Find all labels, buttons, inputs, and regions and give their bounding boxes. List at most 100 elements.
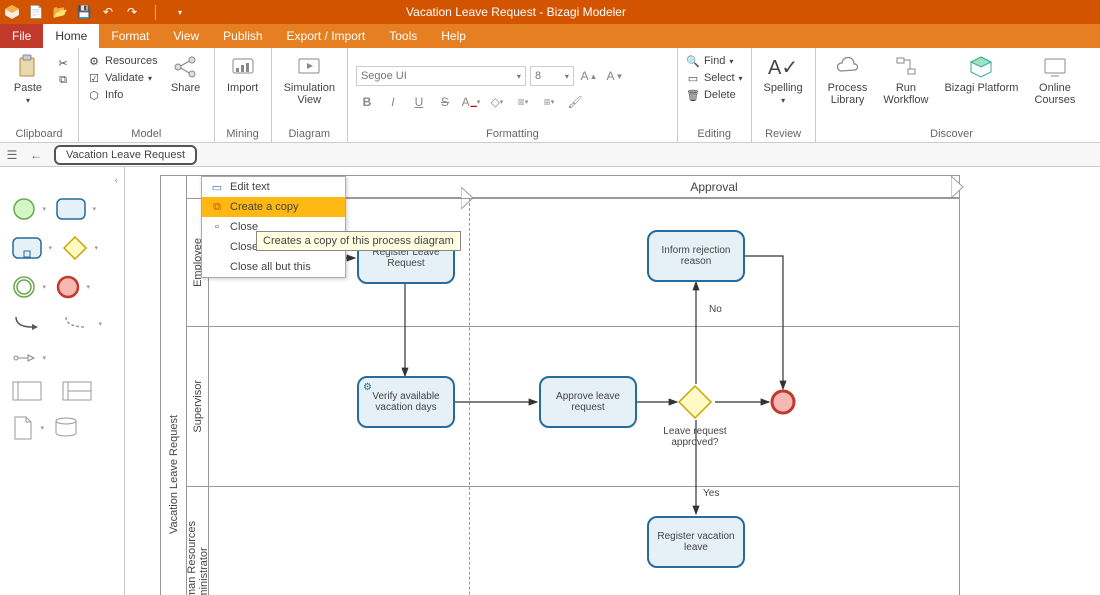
find-button[interactable]: 🔍Find ▾ xyxy=(686,54,743,68)
run-workflow-button[interactable]: Run Workflow xyxy=(879,52,932,108)
delete-icon: 🗑 xyxy=(686,88,700,102)
import-button[interactable]: Import xyxy=(223,52,263,96)
editing-group-label: Editing xyxy=(686,126,743,140)
clipboard-group-label: Clipboard xyxy=(8,126,70,140)
sequence-flow-tool[interactable] xyxy=(12,313,42,335)
info-button[interactable]: ⬡Info xyxy=(87,88,158,102)
gear-icon: ⚙ xyxy=(363,382,372,394)
menubar: File Home Format View Publish Export / I… xyxy=(0,24,1100,48)
diagram-tab[interactable]: Vacation Leave Request xyxy=(54,145,197,165)
pool-tool[interactable] xyxy=(12,381,42,401)
gateway-tool[interactable]: ▾ xyxy=(62,235,88,261)
simview-label: Simulation View xyxy=(284,82,335,106)
fontcolor-button[interactable]: A▁▾ xyxy=(460,91,482,113)
platform-label: Bizagi Platform xyxy=(944,82,1018,94)
group-mining: Import Mining xyxy=(215,48,272,142)
collapse-palette-icon[interactable]: ‹ xyxy=(6,175,118,189)
ribbon: Paste▾ ✂ ⧉ Clipboard ⚙Resources ☑Validat… xyxy=(0,48,1100,143)
ctx-create-copy[interactable]: ⧉Create a copy xyxy=(202,197,345,217)
resources-button[interactable]: ⚙Resources xyxy=(87,54,158,68)
ctx-edit-text[interactable]: ▭Edit text xyxy=(202,177,345,197)
tab-format[interactable]: Format xyxy=(99,24,161,48)
align-top-button[interactable]: ≡▾ xyxy=(538,91,560,113)
tab-tools[interactable]: Tools xyxy=(377,24,429,48)
tab-view[interactable]: View xyxy=(161,24,211,48)
italic-button[interactable]: I xyxy=(382,91,404,113)
tab-context-menu: ▭Edit text ⧉Create a copy ▫Close Close a… xyxy=(201,176,346,278)
association-tool[interactable]: ▾ xyxy=(62,313,92,335)
end-event-tool[interactable]: ▾ xyxy=(56,275,80,299)
online-courses-button[interactable]: Online Courses xyxy=(1030,52,1079,108)
app-icon xyxy=(4,4,20,20)
start-event-tool[interactable]: ▾ xyxy=(12,197,36,221)
end-event[interactable] xyxy=(769,388,797,416)
tab-home[interactable]: Home xyxy=(43,24,99,48)
connector-tool[interactable]: ▾ xyxy=(12,349,36,367)
quick-access-toolbar: 📄 📂 💾 ↶ ↷ │ ▾ xyxy=(0,4,192,20)
process-library-button[interactable]: Process Library xyxy=(824,52,872,108)
tab-publish[interactable]: Publish xyxy=(211,24,274,48)
select-button[interactable]: ▭Select ▾ xyxy=(686,71,743,85)
new-icon[interactable]: 📄 xyxy=(28,4,44,20)
qat-divider: │ xyxy=(148,4,164,20)
courses-label: Online Courses xyxy=(1034,82,1075,106)
cut-icon: ✂ xyxy=(56,56,70,70)
tab-file[interactable]: File xyxy=(0,24,43,48)
bold-button[interactable]: B xyxy=(356,91,378,113)
tab-help[interactable]: Help xyxy=(429,24,478,48)
delete-button[interactable]: 🗑Delete xyxy=(686,88,743,102)
group-discover: Process Library Run Workflow Bizagi Plat… xyxy=(816,48,1088,142)
flow-label-no: No xyxy=(709,304,722,315)
spelling-icon: A✓ xyxy=(770,54,796,80)
task-approve-leave[interactable]: Approve leave request xyxy=(539,376,637,428)
group-review: A✓ Spelling▾ Review xyxy=(752,48,816,142)
spelling-label: Spelling xyxy=(764,82,803,94)
share-button[interactable]: Share xyxy=(166,52,206,96)
back-button[interactable]: ← xyxy=(24,143,48,167)
data-object-tool[interactable]: ▾ xyxy=(12,415,34,441)
diagram-panel-icon[interactable]: ☰ xyxy=(0,143,24,167)
cut-button[interactable]: ✂ xyxy=(56,56,70,70)
fillcolor-button[interactable]: ◇▾ xyxy=(486,91,508,113)
shape-palette: ‹ ▾ ▾ ▾ ▾ ▾ ▾ ▾ ▾ xyxy=(0,167,125,595)
qat-dropdown-icon[interactable]: ▾ xyxy=(172,4,188,20)
diagram-tabbar: ☰ ← Vacation Leave Request xyxy=(0,143,1100,167)
intermediate-event-tool[interactable]: ▾ xyxy=(12,275,36,299)
save-icon[interactable]: 💾 xyxy=(76,4,92,20)
copy-button[interactable]: ⧉ xyxy=(56,73,70,87)
spelling-button[interactable]: A✓ Spelling▾ xyxy=(760,52,807,108)
ctx-close-other[interactable]: Close all but this xyxy=(202,257,345,277)
font-dropdown[interactable]: Segoe UI▾ xyxy=(356,66,526,86)
validate-button[interactable]: ☑Validate ▾ xyxy=(87,71,158,85)
lane-tool[interactable] xyxy=(62,381,92,401)
undo-icon[interactable]: ↶ xyxy=(100,4,116,20)
underline-button[interactable]: U xyxy=(408,91,430,113)
task-inform-rejection[interactable]: Inform rejection reason xyxy=(647,230,745,282)
task-verify-days[interactable]: ⚙ Verify available vacation days xyxy=(357,376,455,428)
paste-label: Paste xyxy=(14,82,42,94)
bizagi-platform-button[interactable]: Bizagi Platform xyxy=(940,52,1022,96)
group-clipboard: Paste▾ ✂ ⧉ Clipboard xyxy=(0,48,79,142)
open-icon[interactable]: 📂 xyxy=(52,4,68,20)
share-icon xyxy=(173,54,199,80)
gateway-approved[interactable] xyxy=(677,384,713,420)
strike-button[interactable]: S xyxy=(434,91,456,113)
decrease-font-button[interactable]: A▼ xyxy=(604,65,626,87)
task-tool[interactable]: ▾ xyxy=(56,198,86,220)
formatting-group-label: Formatting xyxy=(356,126,669,140)
redo-icon[interactable]: ↷ xyxy=(124,4,140,20)
simulation-view-button[interactable]: Simulation View xyxy=(280,52,339,108)
fontsize-dropdown[interactable]: 8▾ xyxy=(530,66,574,86)
info-icon: ⬡ xyxy=(87,88,101,102)
tab-export[interactable]: Export / Import xyxy=(275,24,378,48)
paste-button[interactable]: Paste▾ xyxy=(8,52,48,108)
format-painter-button[interactable]: 🖌 xyxy=(564,91,586,113)
align-left-button[interactable]: ≡▾ xyxy=(512,91,534,113)
subprocess-tool[interactable]: ▾ xyxy=(12,237,42,259)
import-label: Import xyxy=(227,82,258,94)
data-store-tool[interactable] xyxy=(54,416,78,440)
group-formatting: Segoe UI▾ 8▾ A▲ A▼ B I U S A▁▾ ◇▾ ≡▾ ≡▾ … xyxy=(348,48,678,142)
task-register-vacation[interactable]: Register vacation leave xyxy=(647,516,745,568)
model-group-label: Model xyxy=(87,126,206,140)
increase-font-button[interactable]: A▲ xyxy=(578,65,600,87)
